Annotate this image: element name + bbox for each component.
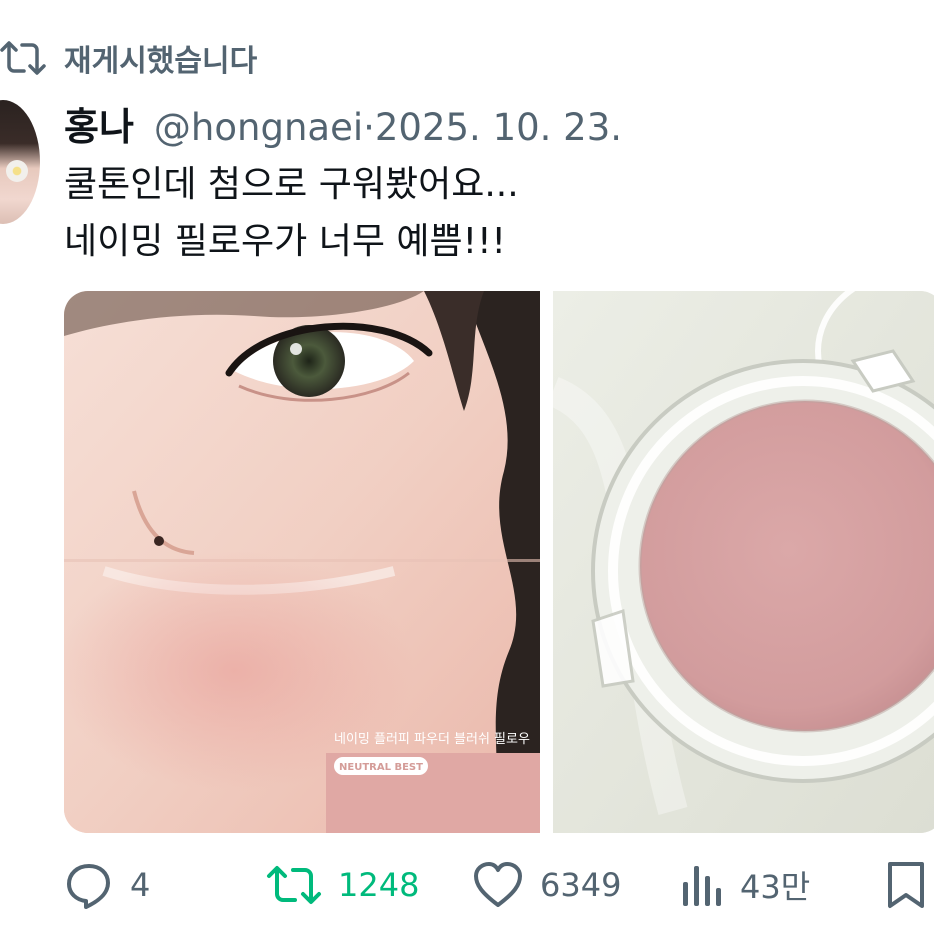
- reply-count: 4: [130, 866, 151, 904]
- repost-icon: [266, 862, 322, 908]
- reply-icon: [64, 860, 114, 910]
- views-chart-icon: [680, 862, 724, 908]
- repost-count: 1248: [338, 866, 420, 904]
- tweet-actions: 4 1248 6349 43만: [0, 850, 934, 920]
- repost-button[interactable]: 1248: [266, 850, 419, 920]
- views-button[interactable]: 43만: [680, 850, 810, 920]
- tweet-text-line-2: 네이밍 필로우가 너무 예쁨!!!: [64, 221, 506, 262]
- avatar-flower: [6, 160, 28, 182]
- tweet-date[interactable]: 2025. 10. 23.: [375, 106, 622, 149]
- reply-button[interactable]: 4: [64, 850, 150, 920]
- bookmark-icon: [884, 860, 928, 910]
- heart-icon: [472, 861, 524, 909]
- tweet-media: 네이밍 플러피 파우더 블러쉬 필로우 NEUTRAL BEST: [64, 291, 934, 833]
- like-count: 6349: [540, 866, 622, 904]
- media-photo-face[interactable]: 네이밍 플러피 파우더 블러쉬 필로우 NEUTRAL BEST: [64, 291, 540, 833]
- handle-date-separator: ·: [363, 106, 375, 149]
- tweet-text-line-1: 쿨톤인데 첨으로 구워봤어요...: [64, 164, 519, 205]
- author-name[interactable]: 홍나: [64, 96, 134, 151]
- media-overlay-caption: 네이밍 플러피 파우더 블러쉬 필로우: [334, 732, 530, 747]
- tweet-header: 홍나 @hongnaei·2025. 10. 23.: [64, 96, 622, 152]
- bookmark-button[interactable]: [884, 850, 928, 920]
- like-button[interactable]: 6349: [472, 850, 621, 920]
- avatar[interactable]: [0, 100, 40, 224]
- author-handle-and-date[interactable]: @hongnaei·2025. 10. 23.: [154, 106, 622, 149]
- views-count: 43만: [740, 868, 811, 906]
- repost-icon: [0, 38, 46, 78]
- author-handle[interactable]: @hongnaei: [154, 106, 363, 149]
- repost-label: 재게시했습니다: [64, 44, 258, 79]
- media-overlay-badge: NEUTRAL BEST: [339, 762, 423, 773]
- repost-indicator[interactable]: 재게시했습니다: [0, 30, 257, 86]
- media-photo-compact[interactable]: [553, 291, 934, 833]
